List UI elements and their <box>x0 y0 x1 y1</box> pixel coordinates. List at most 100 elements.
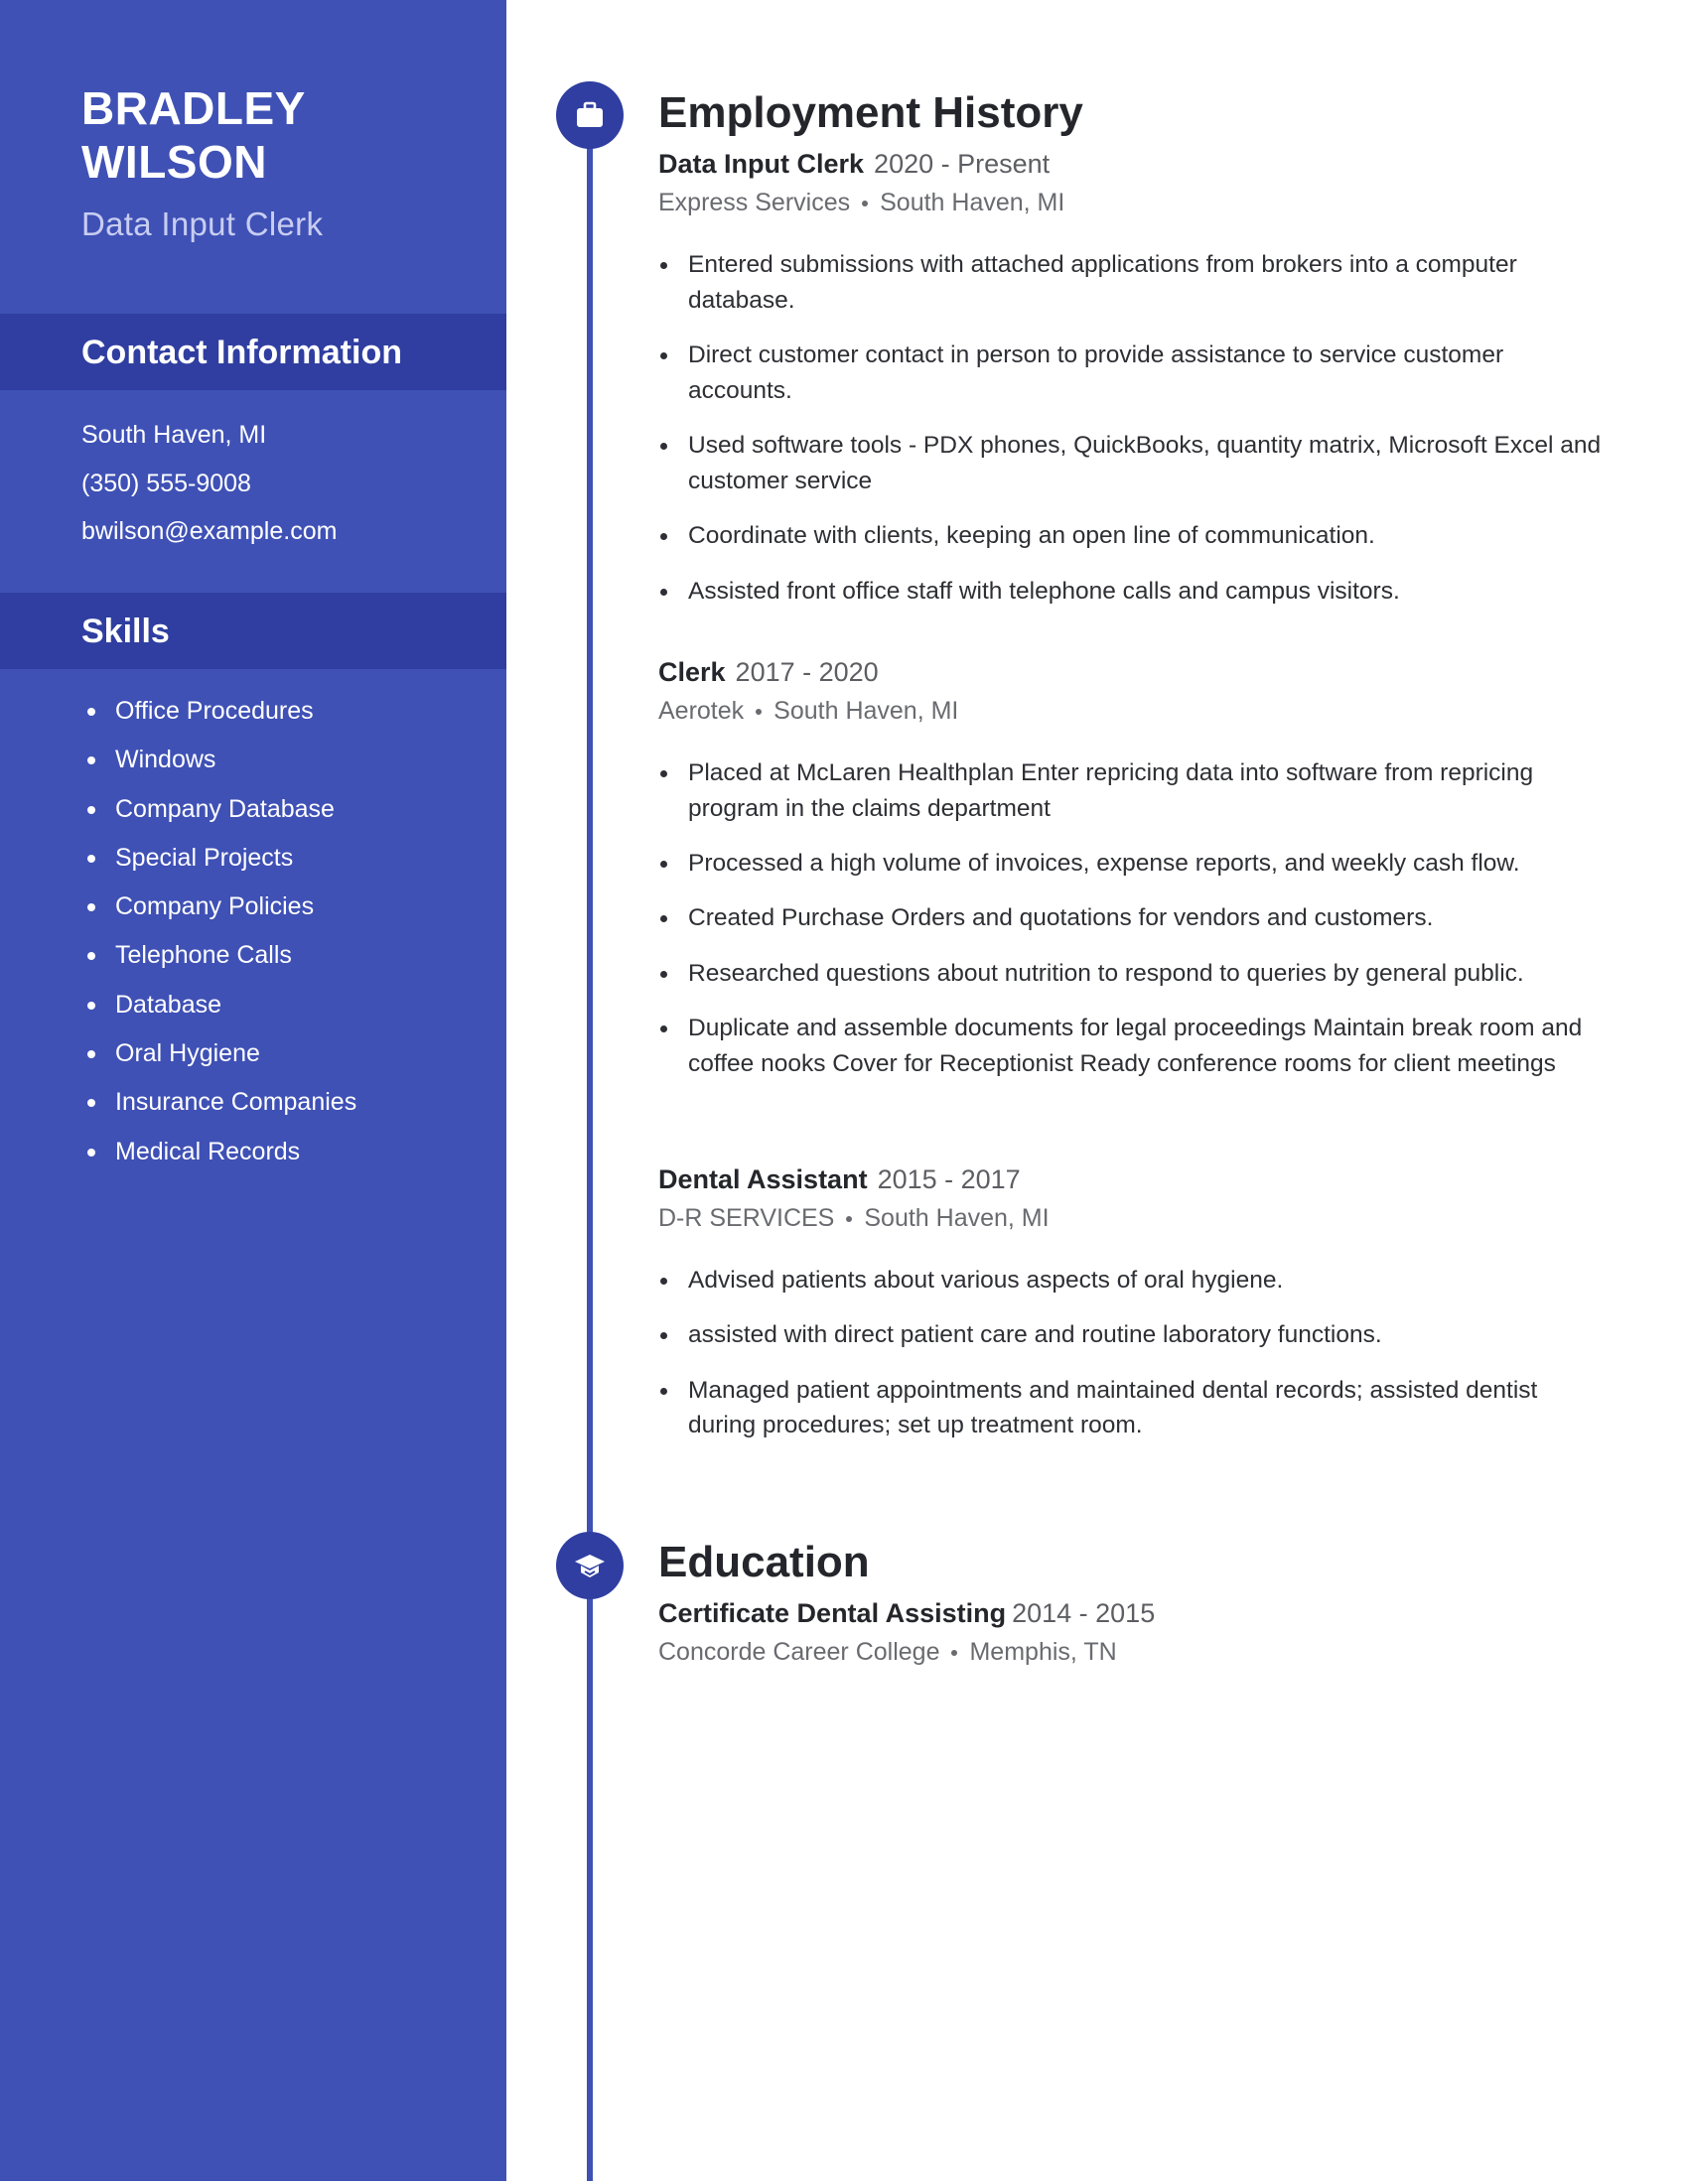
degree-title: Certificate Dental Assisting <box>658 1598 1007 1628</box>
job-entry: Clerk 2017 - 2020 Aerotek South Haven, MI … <box>658 655 1612 1101</box>
bullet-text: Advised patients about various aspects o… <box>688 1267 1284 1294</box>
first-name: BRADLEY <box>81 82 306 134</box>
contact-email[interactable]: bwilson@example.com <box>81 507 337 556</box>
candidate-name: BRADLEY WILSON <box>81 81 479 189</box>
job-header: Clerk 2017 - 2020 <box>658 655 1612 689</box>
job-company: Express Services <box>658 189 851 216</box>
bullet-text: Placed at McLaren Healthplan Enter repri… <box>688 759 1534 822</box>
school-name: Concorde Career College <box>658 1638 940 1666</box>
education-section-title: Education <box>658 1538 870 1586</box>
bullet-text: Duplicate and assemble documents for leg… <box>688 1014 1583 1077</box>
bullet-text: Direct customer contact in person to pro… <box>688 341 1504 404</box>
bullet-icon <box>87 952 95 961</box>
bullet-icon <box>660 533 667 541</box>
bullet-icon <box>87 708 95 716</box>
sidebar: BRADLEY WILSON Data Input Clerk Contact … <box>0 0 506 2181</box>
graduation-cap-icon <box>575 1555 605 1577</box>
bullet-icon <box>660 1332 667 1340</box>
job-bullets: Entered submissions with attached applic… <box>658 247 1612 609</box>
contact-location: South Haven, MI <box>81 421 267 449</box>
skill-label: Windows <box>115 746 216 774</box>
job-meta: Express Services South Haven, MI <box>658 184 1612 221</box>
education-node <box>556 1532 624 1599</box>
education-header: Certificate Dental Assisting 2014 - 2015 <box>658 1596 1612 1630</box>
bullet-text: Assisted front office staff with telepho… <box>688 577 1400 605</box>
bullet-icon <box>87 1050 95 1059</box>
job-headline: Data Input Clerk <box>81 205 324 242</box>
job-bullet: Managed patient appointments and maintai… <box>658 1373 1602 1444</box>
bullet-icon <box>660 861 667 869</box>
timeline-line <box>587 115 593 2181</box>
skill-label: Office Procedures <box>115 697 314 725</box>
job-bullet: Direct customer contact in person to pro… <box>658 338 1602 409</box>
job-bullet: Used software tools - PDX phones, QuickB… <box>658 428 1602 499</box>
skill-label: Oral Hygiene <box>115 1039 260 1068</box>
skill-label: Medical Records <box>115 1137 301 1165</box>
job-bullet: Coordinate with clients, keeping an open… <box>658 518 1602 554</box>
job-location: South Haven, MI <box>774 697 959 725</box>
separator-dot-icon <box>756 709 763 716</box>
bullet-icon <box>87 1001 95 1010</box>
skill-item: Oral Hygiene <box>81 1029 356 1078</box>
job-bullet: Advised patients about various aspects o… <box>658 1263 1602 1298</box>
bullet-icon <box>660 770 667 777</box>
bullet-text: Created Purchase Orders and quotations f… <box>688 904 1434 932</box>
bullet-icon <box>660 1024 667 1032</box>
job-header: Dental Assistant 2015 - 2017 <box>658 1162 1612 1196</box>
separator-dot-icon <box>862 201 869 207</box>
job-bullet: Duplicate and assemble documents for leg… <box>658 1011 1602 1082</box>
job-title: Data Input Clerk <box>658 149 865 179</box>
job-location: South Haven, MI <box>880 189 1065 216</box>
job-bullet: Entered submissions with attached applic… <box>658 247 1602 319</box>
skill-item: Insurance Companies <box>81 1078 356 1127</box>
job-meta: Aerotek South Haven, MI <box>658 692 1612 730</box>
skill-label: Special Projects <box>115 843 294 872</box>
skill-item: Medical Records <box>81 1128 356 1176</box>
skill-label: Telephone Calls <box>115 941 292 970</box>
bullet-text: Entered submissions with attached applic… <box>688 251 1517 314</box>
job-bullets: Placed at McLaren Healthplan Enter repri… <box>658 755 1612 1082</box>
bullet-text: Processed a high volume of invoices, exp… <box>688 850 1520 878</box>
job-bullet: Assisted front office staff with telepho… <box>658 574 1602 610</box>
bullet-icon <box>87 756 95 765</box>
job-title: Dental Assistant <box>658 1164 868 1194</box>
separator-dot-icon <box>951 1650 958 1657</box>
job-dates: 2017 - 2020 <box>735 657 879 687</box>
bullet-icon <box>87 1148 95 1157</box>
bullet-text: assisted with direct patient care and ro… <box>688 1321 1382 1349</box>
contact-phone[interactable]: (350) 555-9008 <box>81 460 337 508</box>
skill-item: Database <box>81 981 356 1029</box>
skills-section-title: Skills <box>81 613 170 650</box>
bullet-icon <box>87 903 95 912</box>
skill-item: Office Procedures <box>81 687 356 736</box>
contact-list: South Haven, MI (350) 555-9008 bwilson@e… <box>81 411 337 556</box>
job-bullets: Advised patients about various aspects o… <box>658 1263 1612 1443</box>
job-header: Data Input Clerk 2020 - Present <box>658 147 1612 181</box>
skill-label: Insurance Companies <box>115 1088 357 1117</box>
bullet-icon <box>87 854 95 863</box>
contact-section-header: Contact Information <box>0 314 506 390</box>
job-bullet: Researched questions about nutrition to … <box>658 956 1602 992</box>
job-company: D-R SERVICES <box>658 1204 835 1232</box>
bullet-text: Coordinate with clients, keeping an open… <box>688 522 1375 550</box>
bullet-icon <box>87 1099 95 1108</box>
skills-section-header: Skills <box>0 593 506 669</box>
school-location: Memphis, TN <box>969 1638 1117 1666</box>
job-dates: 2020 - Present <box>874 149 1051 179</box>
skill-label: Database <box>115 990 222 1019</box>
bullet-icon <box>660 262 667 269</box>
job-bullet: Created Purchase Orders and quotations f… <box>658 900 1602 936</box>
bullet-text: Managed patient appointments and maintai… <box>688 1376 1538 1439</box>
bullet-icon <box>660 970 667 978</box>
skills-list: Office Procedures Windows Company Databa… <box>81 687 356 1176</box>
bullet-icon <box>660 352 667 360</box>
bullet-icon <box>660 443 667 451</box>
contact-section-title: Contact Information <box>81 334 402 371</box>
bullet-icon <box>87 805 95 814</box>
bullet-icon <box>660 1387 667 1395</box>
education-dates: 2014 - 2015 <box>1012 1598 1156 1628</box>
bullet-icon <box>660 1278 667 1285</box>
skill-label: Company Database <box>115 794 335 823</box>
job-bullet: Processed a high volume of invoices, exp… <box>658 846 1602 882</box>
bullet-text: Used software tools - PDX phones, QuickB… <box>688 432 1602 494</box>
